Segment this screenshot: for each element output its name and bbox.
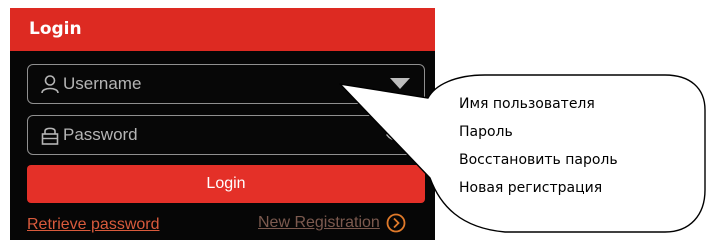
eye-icon[interactable] (386, 128, 410, 142)
new-registration-link[interactable]: New Registration (258, 212, 406, 234)
username-field[interactable]: Username (27, 64, 425, 104)
panel-title: Login (10, 8, 435, 51)
callout-line-retrieve: Восстановить пароль (459, 152, 618, 168)
callout-text: Имя пользователя Пароль Восстановить пар… (459, 90, 618, 202)
password-field[interactable]: Password (27, 115, 425, 155)
lock-icon (39, 124, 61, 146)
dropdown-triangle-icon[interactable] (390, 78, 410, 90)
password-placeholder: Password (63, 125, 138, 144)
retrieve-password-link[interactable]: Retrieve password (27, 214, 160, 236)
callout-line-username: Имя пользователя (459, 96, 595, 112)
callout-line-registration: Новая регистрация (459, 180, 603, 196)
new-registration-label[interactable]: New Registration (258, 212, 380, 234)
callout-line-password: Пароль (459, 124, 513, 140)
chevron-right-circle-icon[interactable] (386, 213, 406, 233)
login-button[interactable]: Login (27, 165, 425, 203)
login-panel: Login Username Password Login Retrieve p… (10, 8, 435, 240)
username-placeholder: Username (63, 74, 142, 93)
user-icon (39, 73, 61, 95)
